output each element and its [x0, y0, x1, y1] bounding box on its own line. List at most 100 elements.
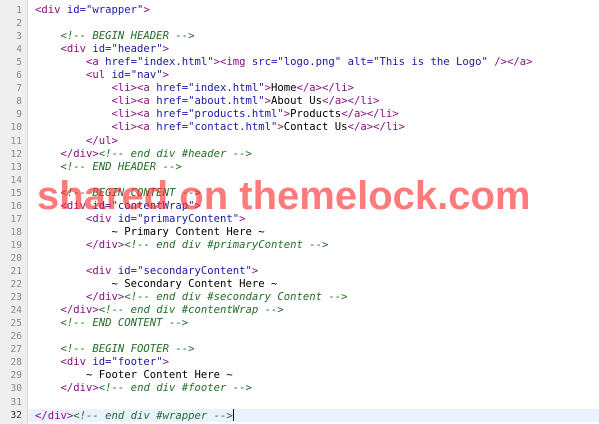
line-number: 19 — [10, 239, 22, 251]
code-line[interactable]: 31 — [11, 396, 599, 409]
code-token: "index.html" — [137, 56, 214, 69]
line-number: 22 — [10, 279, 22, 291]
code-line[interactable]: 6 <ul id="nav"> — [16, 69, 599, 82]
line-number: 25 — [10, 318, 22, 330]
code-area[interactable]: 1 <div id="wrapper"> 2 3 <!-- BEGIN HEADER … — [11, 0, 599, 424]
code-line[interactable]: 32 </div><!-- end div #wrapper --> — [11, 408, 599, 423]
code-token: ~ Secondary Content Here ~ — [35, 278, 278, 291]
code-text: ~ Secondary Content Here ~ — [35, 278, 278, 291]
code-line[interactable]: 10 <li><a href="contact.html">Contact Us… — [11, 121, 599, 134]
code-text: </div><!-- end div #contentWrap --> — [35, 304, 284, 317]
code-token: Contact Us — [283, 121, 348, 134]
code-text: </div><!-- end div #footer --> — [35, 382, 252, 395]
code-line[interactable]: 16 <div id="contentWrap"> — [11, 200, 599, 213]
code-line[interactable]: 8 <li><a href="about.html">About Us</a><… — [16, 95, 599, 108]
code-token: "footer" — [111, 356, 163, 369]
code-line[interactable]: 23 </div><!-- end div #secondary Content… — [11, 291, 599, 304]
line-number: 2 — [16, 18, 22, 30]
code-line[interactable]: 14 — [11, 174, 599, 187]
code-line[interactable]: 21 <div id="secondaryContent"> — [11, 265, 599, 278]
code-token: ~ Footer Content Here ~ — [35, 369, 233, 382]
code-line[interactable]: 29 ~ Footer Content Here ~ — [11, 369, 599, 382]
code-token: </div> — [60, 304, 99, 317]
code-text: ~ Footer Content Here ~ — [35, 369, 233, 382]
code-token: href= — [156, 95, 189, 108]
code-token: <!-- end div #secondary Content --> — [124, 291, 348, 304]
code-line[interactable]: 5 <a href="index.html"><img src="logo.pn… — [16, 56, 599, 69]
line-number: 12 — [10, 148, 22, 160]
code-line[interactable]: 30 </div><!-- end div #footer --> — [11, 382, 599, 395]
line-number: 17 — [10, 213, 22, 225]
code-line[interactable]: 15 <!-- BEGIN CONTENT --> — [11, 186, 599, 200]
code-token: </a></li> — [347, 121, 405, 134]
code-line[interactable]: 20 — [11, 252, 599, 265]
code-token: <!-- END HEADER --> — [60, 160, 182, 173]
code-token: alt= — [347, 56, 374, 69]
line-number: 32 — [10, 409, 22, 421]
code-token: <a — [86, 56, 106, 69]
code-text: <!-- BEGIN HEADER --> — [35, 30, 195, 43]
code-token: > — [162, 356, 169, 369]
line-number: 27 — [10, 344, 22, 356]
code-token: "about.html" — [188, 95, 265, 108]
code-line[interactable]: 24 </div><!-- end div #contentWrap --> — [11, 304, 599, 317]
code-text: <div id="footer"> — [35, 356, 169, 369]
code-token: <li><a — [111, 121, 157, 134]
line-number: 11 — [10, 135, 22, 147]
code-token: <!-- BEGIN CONTENT --> — [60, 186, 201, 199]
code-line[interactable]: 4 <div id="header"> — [16, 43, 599, 56]
code-text: <div id="wrapper"> — [35, 4, 150, 17]
code-line[interactable]: 9 <li><a href="products.html">Products</… — [16, 108, 599, 121]
code-line[interactable]: 11 </ul> — [11, 135, 599, 148]
code-token: id= — [92, 356, 112, 369]
code-token: </div> — [35, 409, 74, 422]
code-token: > — [239, 212, 246, 225]
code-line[interactable]: 26 — [11, 330, 599, 343]
code-line[interactable]: 2 — [16, 17, 599, 30]
code-line[interactable]: 25 <!-- END CONTENT --> — [11, 317, 599, 330]
code-line[interactable]: 1 <div id="wrapper"> — [16, 4, 599, 17]
code-token: href= — [156, 121, 189, 134]
code-token: id= — [92, 43, 112, 56]
code-token: ><img — [213, 56, 252, 69]
code-token: "nav" — [130, 69, 163, 82]
code-token: > — [251, 265, 259, 277]
code-text: </div><!-- end div #header --> — [35, 148, 252, 161]
code-token: "header" — [111, 43, 163, 56]
code-token: <!-- BEGIN HEADER --> — [60, 30, 195, 43]
line-number: 18 — [10, 226, 22, 238]
code-token: <!-- end div #footer --> — [98, 382, 252, 395]
code-token: <div — [86, 265, 118, 277]
code-line[interactable]: 13 <!-- END HEADER --> — [11, 160, 599, 174]
code-token: <div — [86, 212, 118, 225]
code-token: "primaryContent" — [137, 212, 240, 225]
code-line[interactable]: 18 ~ Primary Content Here ~ — [11, 225, 599, 239]
code-token: About Us — [271, 95, 323, 108]
text-caret — [232, 408, 234, 421]
code-text: <!-- BEGIN FOOTER --> — [35, 343, 195, 356]
code-line[interactable]: 28 <div id="footer"> — [11, 356, 599, 369]
code-line[interactable]: 19 </div><!-- end div #primaryContent --… — [11, 238, 599, 252]
code-token: </div> — [86, 238, 125, 251]
code-text: <div id="contentWrap"> — [35, 200, 201, 213]
code-line[interactable]: 27 <!-- BEGIN FOOTER --> — [11, 343, 599, 356]
code-line[interactable]: 3 <!-- BEGIN HEADER --> — [16, 30, 599, 43]
code-text: </div><!-- end div #wrapper --> — [35, 408, 234, 423]
code-text: <li><a href="products.html">Products</a>… — [35, 108, 399, 121]
code-editor[interactable]: 1 <div id="wrapper"> 2 3 <!-- BEGIN HEADER … — [0, 0, 599, 424]
code-line[interactable]: 22 ~ Secondary Content Here ~ — [11, 278, 599, 291]
code-token: ~ Primary Content Here ~ — [35, 225, 265, 238]
line-number: 16 — [10, 200, 22, 212]
code-line[interactable]: 12 </div><!-- end div #header --> — [11, 148, 599, 161]
code-line[interactable]: 7 <li><a href="index.html">Home</a></li> — [16, 82, 599, 95]
code-token: "This is the Logo" — [373, 56, 488, 69]
code-line[interactable]: 17 <div id="primaryContent"> — [11, 212, 599, 226]
